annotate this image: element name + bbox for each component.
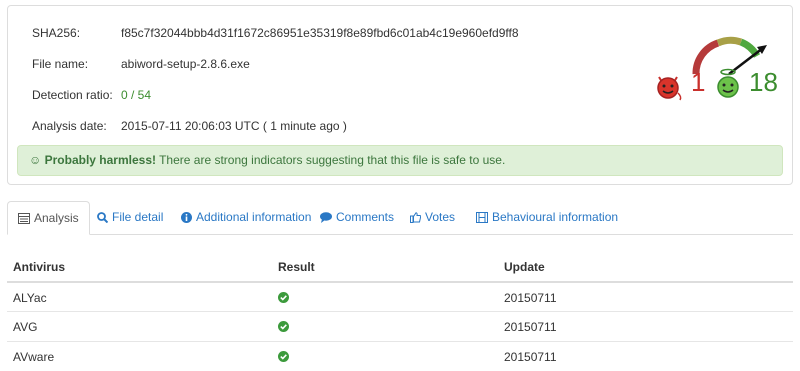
- tab-behavioural-information-label: Behavioural information: [492, 210, 619, 224]
- tab-file-detail-label: File detail: [112, 210, 164, 224]
- check-circle-icon: [278, 321, 289, 332]
- tab-bar: Analysis File detail Additional informat…: [7, 201, 793, 235]
- devil-icon: [657, 76, 682, 101]
- antivirus-name: ALYac: [13, 291, 47, 305]
- file-summary-panel: SHA256: f85c7f32044bbb4d31f1672c86951e35…: [7, 5, 793, 185]
- tab-analysis-label: Analysis: [34, 211, 79, 225]
- tab-additional-information[interactable]: Additional information: [181, 201, 311, 234]
- row-divider: [7, 341, 793, 342]
- filename-label: File name:: [32, 57, 89, 71]
- update-date: 20150711: [504, 320, 557, 334]
- sha256-label: SHA256:: [32, 26, 81, 40]
- info-icon: [181, 212, 192, 223]
- harmless-votes-count: 18: [749, 67, 778, 97]
- tab-votes[interactable]: Votes: [410, 201, 455, 234]
- analysis-date-value: 2015-07-11 20:06:03 UTC ( 1 minute ago ): [121, 119, 347, 133]
- angel-icon: [717, 68, 739, 98]
- verdict-text: There are strong indicators suggesting t…: [155, 153, 506, 167]
- detection-ratio-value: 0 / 54: [121, 88, 152, 102]
- tab-analysis[interactable]: Analysis: [7, 201, 90, 235]
- verdict-alert: ☺ Probably harmless! There are strong in…: [17, 145, 783, 176]
- update-date: 20150711: [504, 291, 557, 305]
- antivirus-name: AVware: [13, 350, 55, 364]
- tab-behavioural-information[interactable]: Behavioural information: [476, 201, 618, 234]
- antivirus-name: AVG: [13, 320, 38, 334]
- verdict-title: Probably harmless!: [44, 153, 156, 167]
- tab-file-detail[interactable]: File detail: [97, 201, 163, 234]
- thumbs-icon: [410, 212, 422, 223]
- row-divider: [7, 311, 793, 312]
- check-circle-icon: [278, 292, 289, 303]
- table-icon: [18, 213, 30, 224]
- check-circle-icon: [278, 351, 289, 362]
- film-icon: [476, 212, 488, 223]
- tab-votes-label: Votes: [425, 210, 456, 224]
- tab-comments[interactable]: Comments: [320, 201, 394, 234]
- table-header-divider: [7, 281, 793, 283]
- detection-ratio-label: Detection ratio:: [32, 88, 113, 102]
- tab-additional-information-label: Additional information: [196, 210, 312, 224]
- filename-value: abiword-setup-2.8.6.exe: [121, 57, 250, 71]
- sha256-value: f85c7f32044bbb4d31f1672c86951e35319f8e89…: [121, 26, 519, 40]
- smile-icon: ☺: [29, 153, 42, 167]
- update-date: 20150711: [504, 350, 557, 364]
- search-icon: [97, 212, 109, 224]
- malicious-votes-count: 1: [691, 67, 706, 97]
- comment-icon: [320, 212, 332, 223]
- tab-comments-label: Comments: [336, 210, 395, 224]
- analysis-date-label: Analysis date:: [32, 119, 107, 133]
- column-header-update: Update: [504, 260, 545, 274]
- column-header-result: Result: [278, 260, 315, 274]
- column-header-antivirus: Antivirus: [13, 260, 66, 274]
